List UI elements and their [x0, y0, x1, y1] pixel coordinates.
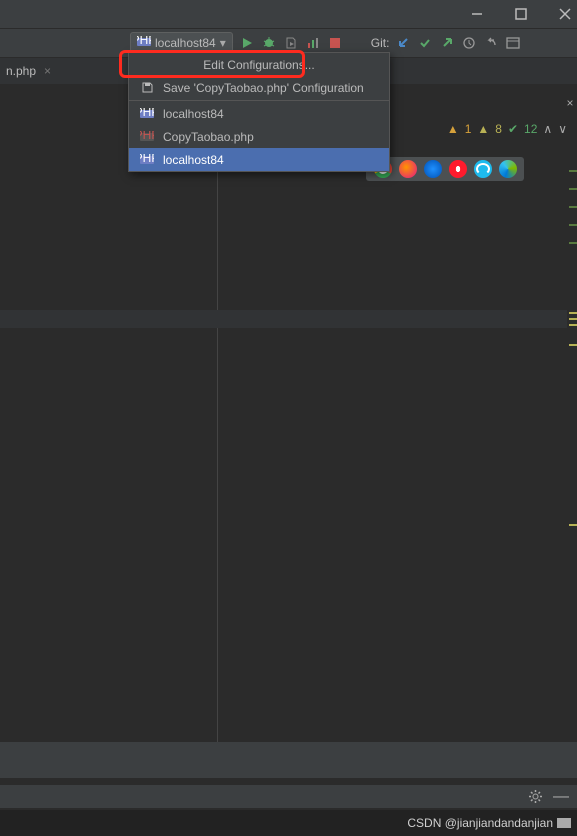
- menu-config-item-selected[interactable]: PHP localhost84: [129, 148, 389, 171]
- debug-icon[interactable]: [261, 35, 277, 51]
- run-config-label: localhost84: [155, 36, 216, 50]
- undo-icon[interactable]: [483, 35, 499, 51]
- git-push-icon[interactable]: [439, 35, 455, 51]
- git-label: Git:: [371, 36, 390, 50]
- next-highlight-icon[interactable]: ∨: [558, 122, 567, 136]
- php-icon: PHP: [139, 152, 155, 168]
- chevron-down-icon: ▾: [220, 36, 226, 50]
- typo-count: 12: [524, 122, 537, 136]
- close-icon[interactable]: [557, 6, 573, 22]
- tool-window-bar[interactable]: [0, 310, 567, 328]
- run-config-dropdown: Edit Configurations... Save 'CopyTaobao.…: [128, 52, 390, 172]
- run-config-selector[interactable]: PHP localhost84 ▾: [130, 32, 233, 54]
- menu-save-configuration[interactable]: Save 'CopyTaobao.php' Configuration: [129, 76, 389, 99]
- opera-icon[interactable]: [449, 160, 467, 178]
- typo-icon[interactable]: ✔: [508, 122, 518, 136]
- php-icon: PHP: [139, 106, 155, 122]
- git-commit-icon[interactable]: [417, 35, 433, 51]
- warning-count: 1: [465, 122, 472, 136]
- menu-label: localhost84: [163, 153, 224, 167]
- menu-config-item[interactable]: PHP CopyTaobao.php: [129, 125, 389, 148]
- minimize-icon[interactable]: [469, 6, 485, 22]
- menu-label: Save 'CopyTaobao.php' Configuration: [163, 81, 364, 95]
- bottom-panel: [0, 742, 577, 778]
- panel-close-icon[interactable]: ×: [563, 96, 577, 110]
- safari-icon[interactable]: [424, 160, 442, 178]
- profile-icon[interactable]: [305, 35, 321, 51]
- svg-text:PHP: PHP: [137, 36, 151, 47]
- toolbar-more-icon[interactable]: [505, 35, 521, 51]
- tab-close-icon[interactable]: ×: [44, 64, 51, 78]
- menu-separator: [129, 100, 389, 101]
- menu-config-item[interactable]: PHP localhost84: [129, 102, 389, 125]
- watermark-badge: [557, 818, 571, 828]
- svg-text:PHP: PHP: [140, 154, 154, 165]
- ie-icon[interactable]: [474, 160, 492, 178]
- save-icon: [139, 80, 155, 96]
- svg-text:PHP: PHP: [140, 108, 154, 119]
- status-minimize-icon[interactable]: —: [553, 788, 569, 806]
- settings-icon[interactable]: [527, 789, 543, 805]
- split-divider[interactable]: [217, 82, 218, 742]
- weak-warning-count: 8: [495, 122, 502, 136]
- prev-highlight-icon[interactable]: ∧: [543, 122, 552, 136]
- editor-tab[interactable]: n.php ×: [0, 58, 57, 84]
- weak-warning-icon[interactable]: ▲: [477, 122, 489, 136]
- php-file-icon: PHP: [139, 129, 155, 145]
- history-icon[interactable]: [461, 35, 477, 51]
- menu-label: Edit Configurations...: [203, 58, 314, 72]
- menu-label: localhost84: [163, 107, 224, 121]
- tab-label: n.php: [6, 64, 36, 78]
- svg-text:PHP: PHP: [140, 131, 154, 142]
- run-icon[interactable]: [239, 35, 255, 51]
- coverage-icon[interactable]: [283, 35, 299, 51]
- edge-icon[interactable]: [499, 160, 517, 178]
- maximize-icon[interactable]: [513, 6, 529, 22]
- stop-icon[interactable]: [327, 35, 343, 51]
- git-pull-icon[interactable]: [395, 35, 411, 51]
- firefox-icon[interactable]: [399, 160, 417, 178]
- watermark-text: CSDN @jianjiandandanjian: [407, 816, 553, 830]
- php-icon: PHP: [137, 36, 151, 51]
- menu-edit-configurations[interactable]: Edit Configurations...: [129, 53, 389, 76]
- menu-label: CopyTaobao.php: [163, 130, 254, 144]
- warning-icon[interactable]: ▲: [447, 122, 459, 136]
